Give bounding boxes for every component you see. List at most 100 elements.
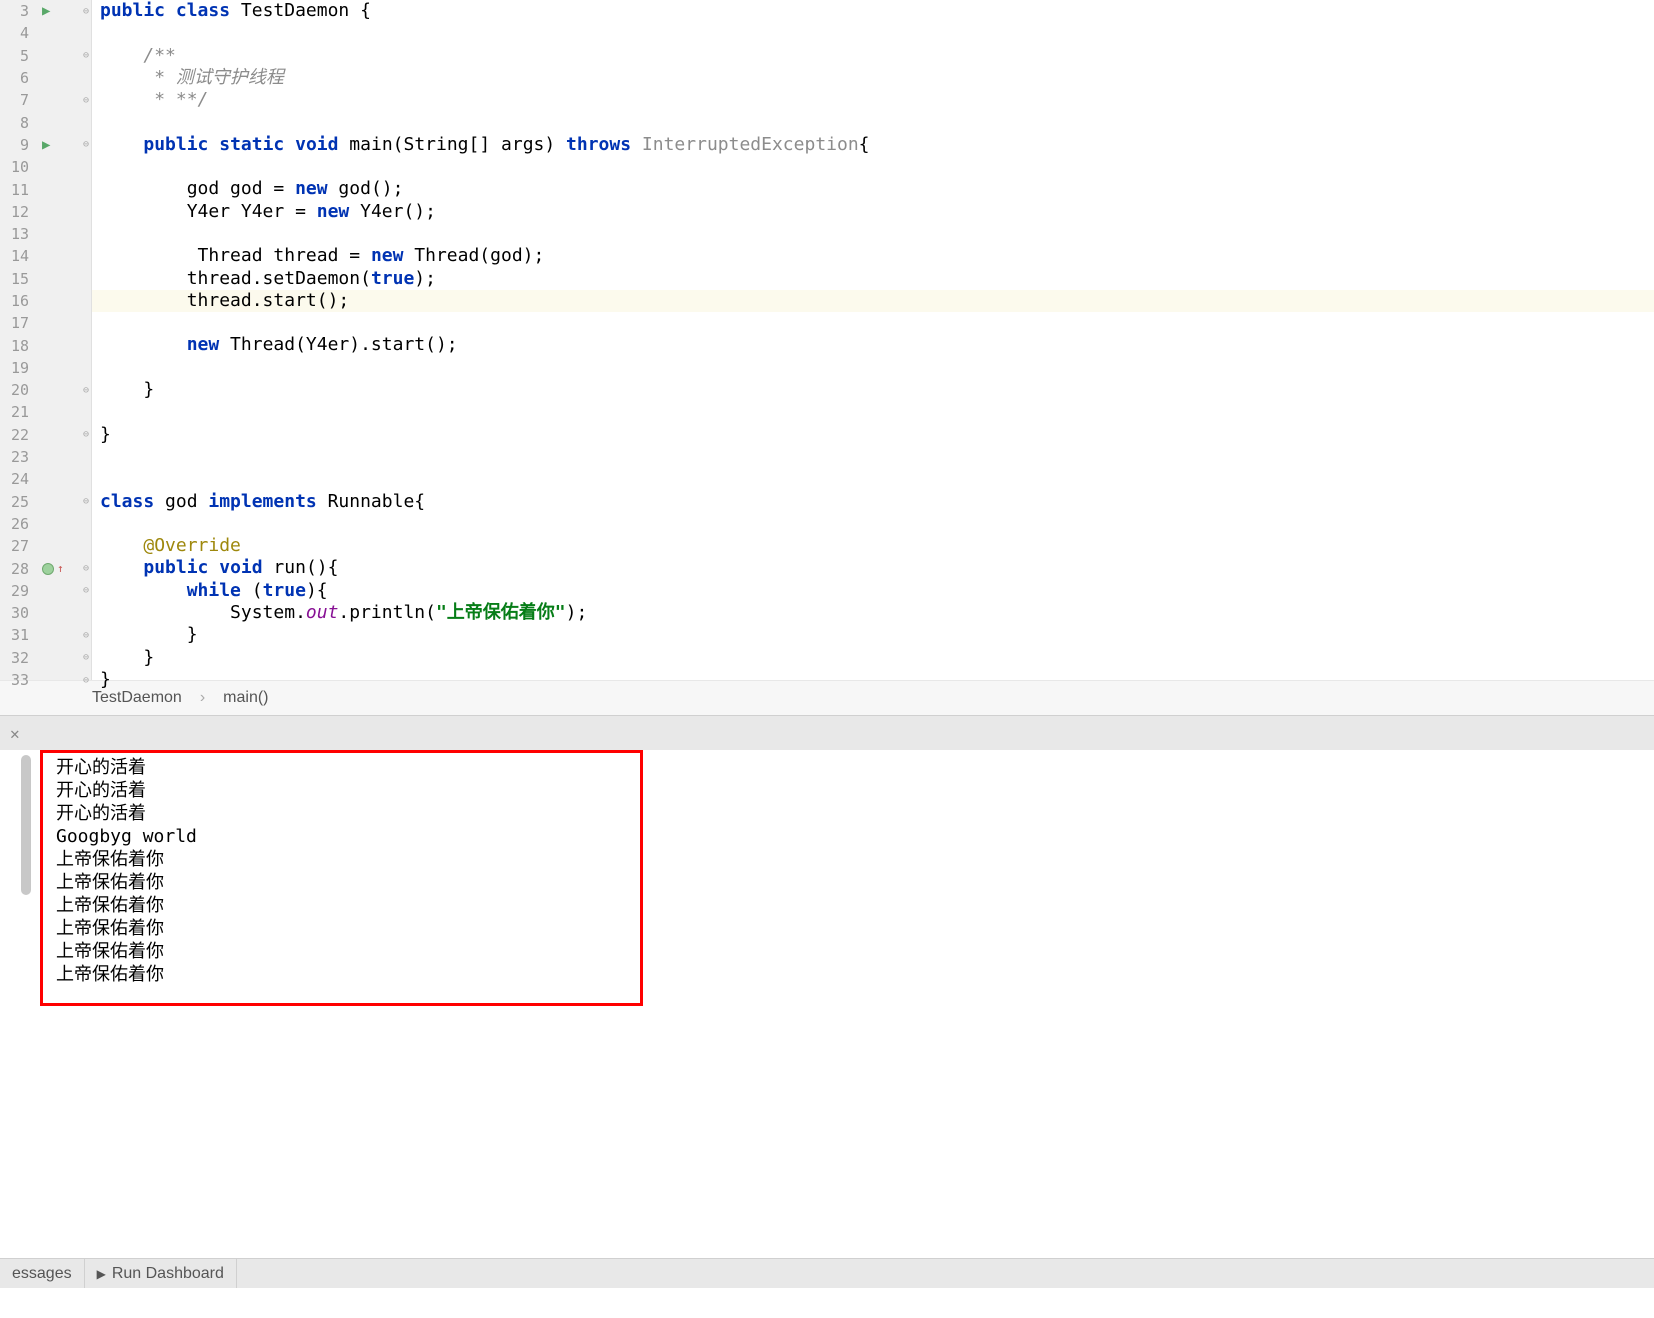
line-number: 25 xyxy=(0,493,35,511)
gutter-row[interactable]: 31⊖ xyxy=(0,624,91,646)
fold-icon[interactable]: ⊖ xyxy=(83,429,89,440)
run-icon[interactable]: ▶ xyxy=(42,137,50,153)
gutter-row[interactable]: 3 ▶ ⊖ xyxy=(0,0,91,22)
run-icon[interactable]: ▶ xyxy=(42,3,50,19)
code-line[interactable]: } xyxy=(92,424,1654,446)
gutter-row[interactable]: 33⊖ xyxy=(0,669,91,691)
code-line[interactable]: * **/ xyxy=(92,89,1654,111)
line-number: 20 xyxy=(0,381,35,399)
code-line[interactable] xyxy=(92,156,1654,178)
gutter-row[interactable]: 30 xyxy=(0,602,91,624)
gutter-row[interactable]: 29 ⊖ xyxy=(0,580,91,602)
fold-icon[interactable]: ⊖ xyxy=(83,675,89,686)
tab-run-dashboard[interactable]: ▶ Run Dashboard xyxy=(85,1259,237,1288)
gutter[interactable]: 3▶⊖45⊖67⊖89▶⊖1011121314151617181920⊖2122… xyxy=(0,0,92,680)
gutter-row[interactable]: 27 xyxy=(0,535,91,557)
gutter-row[interactable]: 13 xyxy=(0,223,91,245)
fold-icon[interactable]: ⊖ xyxy=(83,630,89,641)
gutter-row[interactable]: 10 xyxy=(0,156,91,178)
console-output[interactable]: 开心的活着开心的活着开心的活着Googbyg world上帝保佑着你上帝保佑着你… xyxy=(0,750,1654,1258)
code-line[interactable]: god god = new god(); xyxy=(92,178,1654,200)
code-line[interactable]: while (true){ xyxy=(92,580,1654,602)
code-line[interactable]: } xyxy=(92,624,1654,646)
code-line[interactable]: public void run(){ xyxy=(92,557,1654,579)
code-line[interactable]: } xyxy=(92,669,1654,691)
fold-icon[interactable]: ⊖ xyxy=(83,50,89,61)
gutter-row[interactable]: 32⊖ xyxy=(0,647,91,669)
gutter-row[interactable]: 24 xyxy=(0,468,91,490)
fold-icon[interactable]: ⊖ xyxy=(83,139,89,150)
arrow-up-icon: ↑ xyxy=(57,562,64,575)
chevron-right-icon: › xyxy=(200,689,205,707)
override-icon[interactable] xyxy=(42,563,54,575)
code-line[interactable] xyxy=(92,446,1654,468)
code-line[interactable]: } xyxy=(92,647,1654,669)
code-line[interactable] xyxy=(92,22,1654,44)
fold-icon[interactable]: ⊖ xyxy=(83,385,89,396)
fold-icon[interactable]: ⊖ xyxy=(83,652,89,663)
code-line[interactable] xyxy=(92,111,1654,133)
code-line[interactable] xyxy=(92,513,1654,535)
code-line[interactable]: new Thread(Y4er).start(); xyxy=(92,334,1654,356)
code-line[interactable]: System.out.println("上帝保佑着你"); xyxy=(92,602,1654,624)
code-line[interactable] xyxy=(92,312,1654,334)
gutter-row[interactable]: 22⊖ xyxy=(0,424,91,446)
gutter-row[interactable]: 9▶⊖ xyxy=(0,134,91,156)
gutter-row[interactable]: 28↑⊖ xyxy=(0,557,91,579)
gutter-row[interactable]: 19 xyxy=(0,357,91,379)
gutter-row[interactable]: 20 ⊖ xyxy=(0,379,91,401)
breadcrumb-item[interactable]: main() xyxy=(223,689,268,707)
gutter-row[interactable]: 18 xyxy=(0,334,91,356)
line-number: 16 xyxy=(0,292,35,310)
gutter-row[interactable]: 25 ⊖ xyxy=(0,491,91,513)
fold-icon[interactable]: ⊖ xyxy=(83,95,89,106)
code-line[interactable]: * 测试守护线程 xyxy=(92,67,1654,89)
fold-icon[interactable]: ⊖ xyxy=(83,585,89,596)
code-line[interactable]: thread.start(); xyxy=(92,290,1654,312)
fold-icon[interactable]: ⊖ xyxy=(83,496,89,507)
code-line[interactable]: thread.setDaemon(true); xyxy=(92,268,1654,290)
code-line[interactable]: @Override xyxy=(92,535,1654,557)
line-number: 5 xyxy=(0,47,35,65)
code-line[interactable]: } xyxy=(92,379,1654,401)
line-number: 10 xyxy=(0,158,35,176)
gutter-row[interactable]: 4 xyxy=(0,22,91,44)
fold-icon[interactable]: ⊖ xyxy=(83,563,89,574)
gutter-row[interactable]: 21 xyxy=(0,401,91,423)
gutter-row[interactable]: 23 xyxy=(0,446,91,468)
code-line[interactable]: public class TestDaemon { xyxy=(92,0,1654,22)
gutter-row[interactable]: 16 xyxy=(0,290,91,312)
line-number: 15 xyxy=(0,270,35,288)
line-number: 26 xyxy=(0,515,35,533)
code-line[interactable] xyxy=(92,401,1654,423)
gutter-row[interactable]: 14 xyxy=(0,245,91,267)
gutter-row[interactable]: 12 xyxy=(0,201,91,223)
gutter-row[interactable]: 8 xyxy=(0,111,91,133)
code-line[interactable] xyxy=(92,223,1654,245)
code-line[interactable]: class god implements Runnable{ xyxy=(92,491,1654,513)
gutter-row[interactable]: 5⊖ xyxy=(0,45,91,67)
breadcrumb-item[interactable]: TestDaemon xyxy=(92,689,182,707)
gutter-row[interactable]: 15 xyxy=(0,268,91,290)
code-area[interactable]: public class TestDaemon { /** * 测试守护线程 *… xyxy=(92,0,1654,680)
gutter-row[interactable]: 11 xyxy=(0,178,91,200)
code-line[interactable] xyxy=(92,357,1654,379)
code-line[interactable] xyxy=(92,468,1654,490)
gutter-row[interactable]: 17 xyxy=(0,312,91,334)
code-line[interactable]: /** xyxy=(92,45,1654,67)
line-number: 3 xyxy=(0,2,35,20)
line-number: 29 xyxy=(0,582,35,600)
gutter-row[interactable]: 26 xyxy=(0,513,91,535)
scrollbar-thumb[interactable] xyxy=(21,755,31,895)
close-icon[interactable]: ✕ xyxy=(4,722,26,745)
fold-icon[interactable]: ⊖ xyxy=(83,6,89,17)
code-line[interactable]: Thread thread = new Thread(god); xyxy=(92,245,1654,267)
line-number: 7 xyxy=(0,91,35,109)
code-line[interactable]: public static void main(String[] args) t… xyxy=(92,134,1654,156)
tab-messages[interactable]: essages xyxy=(0,1259,85,1288)
gutter-row[interactable]: 7⊖ xyxy=(0,89,91,111)
line-number: 12 xyxy=(0,203,35,221)
gutter-row[interactable]: 6 xyxy=(0,67,91,89)
console-line: 上帝保佑着你 xyxy=(26,917,1628,940)
code-line[interactable]: Y4er Y4er = new Y4er(); xyxy=(92,201,1654,223)
